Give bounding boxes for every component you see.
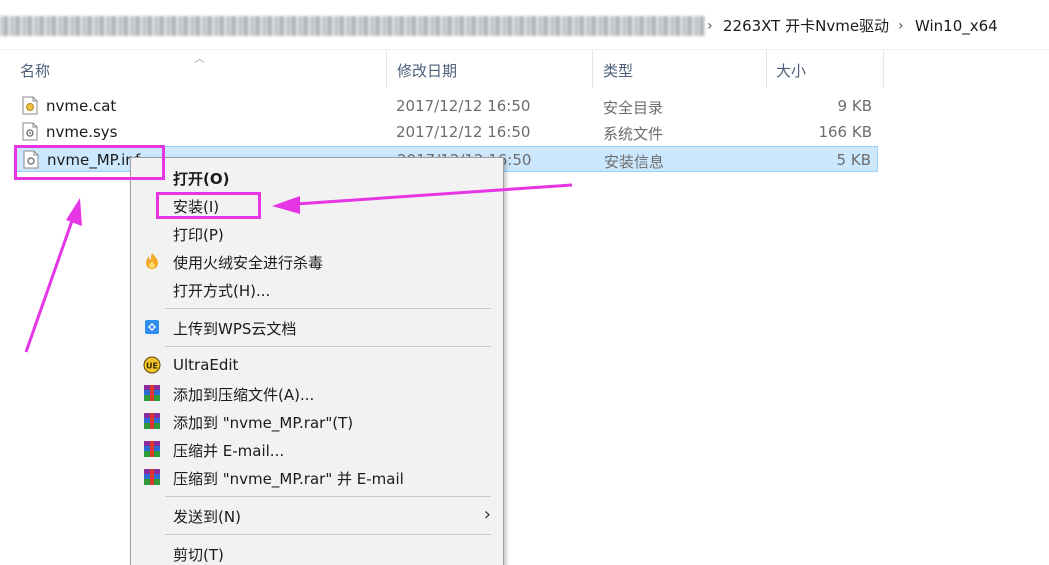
blurred-path — [0, 16, 705, 36]
file-name: nvme.cat — [46, 97, 117, 115]
menu-item-add-archive[interactable]: 添加到压缩文件(A)... — [131, 380, 503, 406]
winrar-icon — [144, 385, 160, 401]
column-divider[interactable] — [386, 50, 387, 88]
submenu-chevron-icon: › — [483, 504, 491, 525]
menu-separator — [165, 534, 491, 535]
file-size: 166 KB — [818, 123, 872, 141]
breadcrumb-item-folder[interactable]: 2263XT 开卡Nvme驱动 — [723, 16, 889, 36]
huorong-flame-icon — [146, 253, 158, 269]
menu-item-label: 剪切(T) — [173, 546, 224, 564]
annotation-highlight-file — [14, 145, 165, 180]
column-header-name[interactable]: 名称 — [20, 60, 50, 81]
menu-item-print[interactable]: 打印(P) — [131, 220, 503, 246]
menu-item-label: 压缩到 "nvme_MP.rar" 并 E-mail — [173, 470, 404, 488]
menu-item-label: 打开(O) — [173, 170, 230, 188]
menu-item-add-rar[interactable]: 添加到 "nvme_MP.rar"(T) — [131, 408, 503, 434]
file-date: 2017/12/12 16:50 — [396, 97, 531, 115]
column-header-type[interactable]: 类型 — [603, 60, 633, 81]
menu-item-ultraedit[interactable]: UE UltraEdit — [131, 352, 503, 378]
file-date: 2017/12/12 16:50 — [396, 123, 531, 141]
menu-item-open[interactable]: 打开(O) — [131, 164, 503, 190]
menu-item-label: 发送到(N) — [173, 508, 241, 526]
file-row[interactable]: nvme.cat 2017/12/12 16:50 安全目录 9 KB — [14, 93, 878, 119]
annotation-arrow-to-file — [24, 198, 82, 353]
menu-item-open-with[interactable]: 打开方式(H)... — [131, 276, 503, 302]
breadcrumb-separator-icon[interactable]: › — [707, 16, 713, 36]
menu-item-antivirus[interactable]: 使用火绒安全进行杀毒 — [131, 248, 503, 274]
column-divider[interactable] — [592, 50, 593, 88]
file-name: nvme.sys — [46, 123, 118, 141]
menu-item-label: 添加到压缩文件(A)... — [173, 386, 315, 404]
menu-item-label: 添加到 "nvme_MP.rar"(T) — [173, 414, 354, 432]
column-header-date[interactable]: 修改日期 — [397, 60, 457, 81]
menu-item-cut[interactable]: 剪切(T) — [131, 540, 503, 565]
file-row[interactable]: nvme.sys 2017/12/12 16:50 系统文件 166 KB — [14, 119, 878, 145]
menu-item-compress-rar-email[interactable]: 压缩到 "nvme_MP.rar" 并 E-mail — [131, 464, 503, 490]
menu-separator — [165, 496, 491, 497]
file-size: 9 KB — [837, 97, 872, 115]
menu-item-upload-wps[interactable]: 上传到WPS云文档 — [131, 314, 503, 340]
wps-cloud-icon — [145, 320, 159, 334]
breadcrumb-separator-icon[interactable]: › — [898, 16, 904, 36]
menu-item-label: 压缩并 E-mail... — [173, 442, 285, 460]
file-size: 5 KB — [836, 151, 871, 169]
menu-separator — [165, 346, 491, 347]
column-header-size[interactable]: 大小 — [776, 60, 806, 81]
file-type: 系统文件 — [603, 125, 664, 143]
security-catalog-icon — [22, 96, 38, 115]
breadcrumb-item-current[interactable]: Win10_x64 — [915, 16, 998, 36]
menu-item-label: UltraEdit — [173, 356, 239, 374]
annotation-highlight-install — [156, 192, 261, 219]
winrar-icon — [144, 413, 160, 429]
column-header-row: ︿ 名称 修改日期 类型 大小 — [0, 50, 884, 88]
winrar-icon — [144, 469, 160, 485]
column-divider[interactable] — [766, 50, 767, 88]
menu-separator — [165, 308, 491, 309]
sort-ascending-icon: ︿ — [194, 52, 205, 65]
menu-item-label: 使用火绒安全进行杀毒 — [173, 254, 324, 272]
column-divider[interactable] — [883, 50, 884, 88]
menu-item-compress-email[interactable]: 压缩并 E-mail... — [131, 436, 503, 462]
file-type: 安装信息 — [604, 153, 665, 171]
menu-item-label: 打印(P) — [173, 226, 224, 244]
menu-item-label: 上传到WPS云文档 — [173, 320, 297, 338]
menu-item-label: 打开方式(H)... — [173, 282, 271, 300]
file-type: 安全目录 — [603, 99, 664, 117]
svg-text:UE: UE — [146, 362, 158, 371]
ultraedit-icon: UE — [143, 356, 161, 374]
address-bar[interactable]: › 2263XT 开卡Nvme驱动 › Win10_x64 — [0, 0, 1049, 50]
system-file-icon — [22, 122, 38, 141]
menu-item-send-to[interactable]: 发送到(N) › — [131, 502, 503, 528]
winrar-icon — [144, 441, 160, 457]
